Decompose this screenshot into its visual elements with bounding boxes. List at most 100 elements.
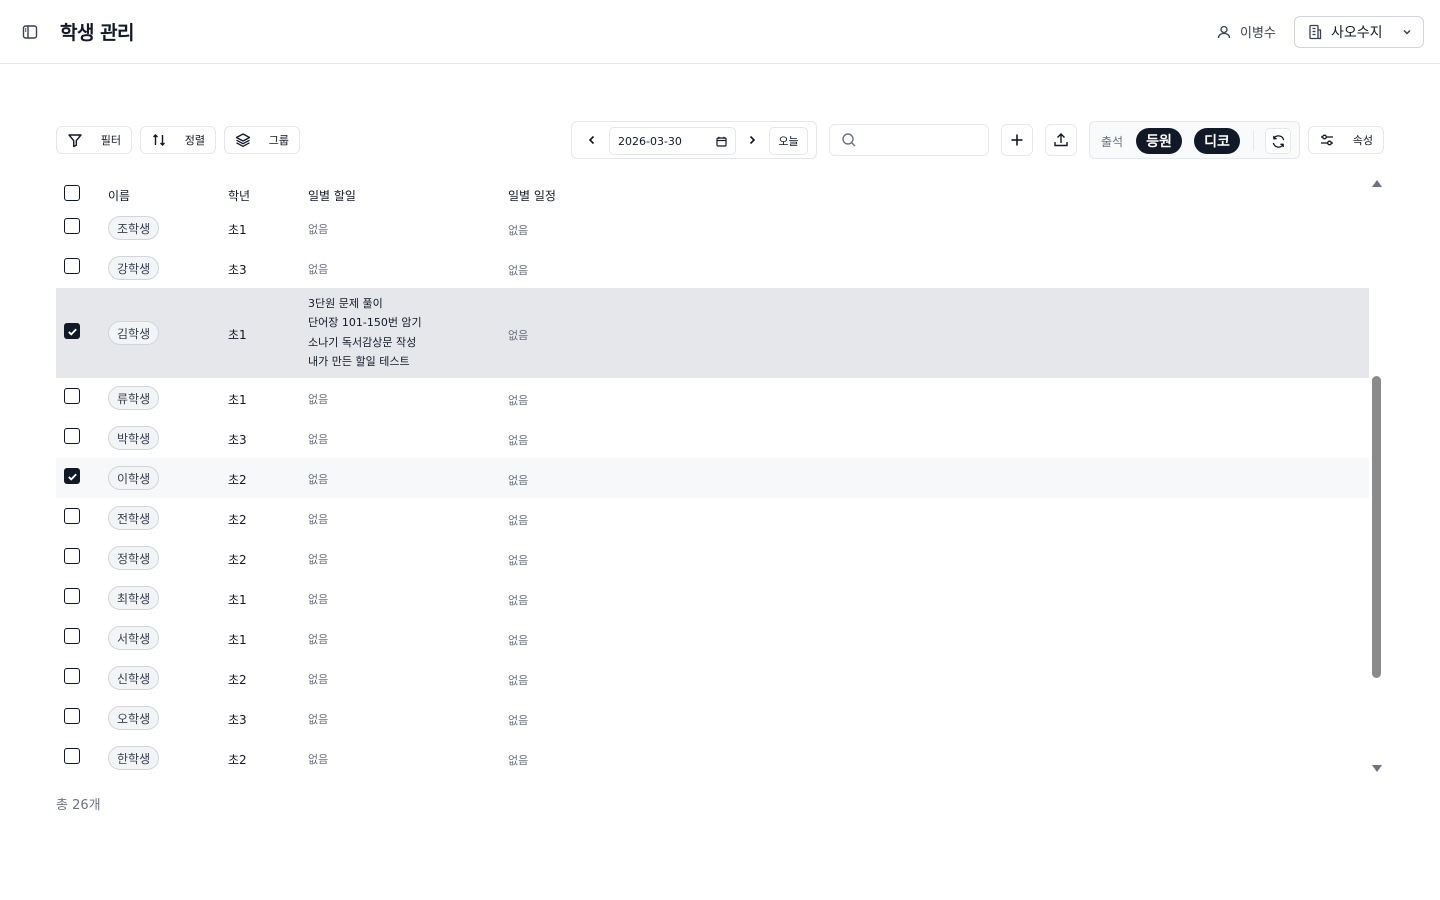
table-row[interactable]: 강학생 초3 없음 없음 <box>56 248 1369 288</box>
table-row[interactable]: 전학생 초2 없음 없음 <box>56 498 1369 538</box>
settings-sliders-icon <box>1321 134 1333 146</box>
table-row[interactable]: 류학생 초1 없음 없음 <box>56 378 1369 418</box>
student-grade: 초1 <box>228 328 247 342</box>
checkin-button[interactable]: 등원 <box>1136 128 1182 154</box>
attendance-group: 출석 등원 디코 <box>1089 121 1300 159</box>
daily-todo-cell: 3단원 문제 풀이 단어장 101-150번 암기 소나기 독서감상문 작성 내가 만… <box>308 294 422 371</box>
daily-todo-cell: 없음 <box>308 391 328 407</box>
column-header-todo: 일별 할일 <box>308 189 356 203</box>
todo-item: 없음 <box>308 263 329 276</box>
student-name-chip[interactable]: 서학생 <box>108 626 160 650</box>
row-checkbox[interactable] <box>64 508 80 524</box>
app-header: 학생 관리 이병수 사오수지 <box>0 0 1440 64</box>
todo-item: 없음 <box>308 673 329 686</box>
table-row[interactable]: 한학생 초2 없음 없음 <box>56 738 1369 776</box>
table-row[interactable]: 오학생 초3 없음 없음 <box>56 698 1369 738</box>
prev-day-icon[interactable] <box>584 132 600 148</box>
next-day-icon[interactable] <box>744 132 760 148</box>
academy-select[interactable]: 사오수지 <box>1294 16 1424 48</box>
table-row[interactable]: 정학생 초2 없음 없음 <box>56 538 1369 578</box>
student-name-chip[interactable]: 김학생 <box>108 321 160 345</box>
checkout-button[interactable]: 디코 <box>1194 128 1240 154</box>
scrollbar-thumb[interactable] <box>1372 376 1381 678</box>
user-menu[interactable]: 이병수 <box>1216 22 1276 41</box>
table-row[interactable]: 서학생 초1 없음 없음 <box>56 618 1369 658</box>
sort-icon <box>153 134 165 146</box>
row-checkbox[interactable] <box>64 668 80 684</box>
student-name-chip[interactable]: 한학생 <box>108 746 160 770</box>
row-checkbox[interactable] <box>64 323 80 339</box>
sidebar-toggle-icon[interactable] <box>20 22 40 42</box>
daily-todo-cell: 없음 <box>308 471 328 487</box>
daily-schedule-cell: 없음 <box>508 264 529 277</box>
daily-schedule-cell: 없음 <box>508 674 529 687</box>
table-row[interactable]: 신학생 초2 없음 없음 <box>56 658 1369 698</box>
student-grade: 초2 <box>228 673 247 687</box>
daily-todo-cell: 없음 <box>308 511 328 527</box>
calendar-icon[interactable] <box>716 136 727 147</box>
search-input[interactable] <box>865 133 985 147</box>
student-name-chip[interactable]: 오학생 <box>108 706 160 730</box>
student-grade: 초1 <box>228 393 247 407</box>
user-name: 이병수 <box>1240 26 1276 41</box>
table-row[interactable]: 이학생 초2 없음 없음 <box>56 458 1369 498</box>
daily-todo-cell: 없음 <box>308 631 328 647</box>
table-row[interactable]: 김학생 초1 3단원 문제 풀이 단어장 101-150번 암기 소나기 독서감상문 작… <box>56 288 1369 378</box>
student-grade: 초2 <box>228 553 247 567</box>
layers-icon <box>235 133 251 147</box>
row-checkbox[interactable] <box>64 468 80 484</box>
column-header-grade: 학년 <box>228 189 251 203</box>
todo-item: 소나기 독서감상문 작성 <box>308 335 417 349</box>
row-checkbox[interactable] <box>64 548 80 564</box>
todo-item: 없음 <box>308 713 329 726</box>
student-grade: 초2 <box>228 753 247 767</box>
table-scrollbar[interactable] <box>1369 176 1384 776</box>
scroll-down-icon[interactable] <box>1372 765 1382 772</box>
export-button[interactable] <box>1045 124 1077 156</box>
checkmark-icon <box>67 328 77 336</box>
row-checkbox[interactable] <box>64 428 80 444</box>
checkmark-icon <box>67 473 77 481</box>
student-name-chip[interactable]: 전학생 <box>108 506 160 530</box>
student-name-chip[interactable]: 정학생 <box>108 546 160 570</box>
table-row[interactable]: 최학생 초1 없음 없음 <box>56 578 1369 618</box>
filter-label: 필터 <box>100 134 121 147</box>
student-name-chip[interactable]: 류학생 <box>108 386 160 410</box>
daily-todo-cell: 없음 <box>308 751 328 767</box>
search-box[interactable] <box>829 124 989 156</box>
refresh-button[interactable] <box>1265 128 1291 154</box>
row-checkbox[interactable] <box>64 708 80 724</box>
student-name-chip[interactable]: 박학생 <box>108 426 160 450</box>
todo-item: 없음 <box>308 393 329 406</box>
row-checkbox[interactable] <box>64 258 80 274</box>
sort-button[interactable]: 정렬 <box>140 126 216 154</box>
total-count: 총 26개 <box>56 798 101 813</box>
row-checkbox[interactable] <box>64 628 80 644</box>
student-name-chip[interactable]: 최학생 <box>108 586 160 610</box>
student-name-chip[interactable]: 조학생 <box>108 216 160 240</box>
daily-todo-cell: 없음 <box>308 591 328 607</box>
student-name-chip[interactable]: 이학생 <box>108 466 160 490</box>
todo-item: 내가 만든 할일 테스트 <box>308 354 410 368</box>
today-button[interactable]: 오늘 <box>769 127 808 155</box>
student-name-chip[interactable]: 강학생 <box>108 256 160 280</box>
properties-label: 속성 <box>1352 134 1373 147</box>
row-checkbox[interactable] <box>64 388 80 404</box>
scroll-up-icon[interactable] <box>1372 180 1382 187</box>
daily-schedule-cell: 없음 <box>508 394 529 407</box>
table-row[interactable]: 조학생 초1 없음 없음 <box>56 208 1369 248</box>
student-name-chip[interactable]: 신학생 <box>108 666 160 690</box>
academy-name: 사오수지 <box>1331 25 1383 41</box>
row-checkbox[interactable] <box>64 588 80 604</box>
todo-item: 없음 <box>308 753 329 766</box>
add-button[interactable] <box>1001 124 1033 156</box>
group-button[interactable]: 그룹 <box>224 126 300 154</box>
filter-button[interactable]: 필터 <box>56 126 132 154</box>
date-input[interactable]: 2026-03-30 <box>609 127 736 155</box>
row-checkbox[interactable] <box>64 748 80 764</box>
row-checkbox[interactable] <box>64 218 80 234</box>
select-all-checkbox[interactable] <box>64 185 80 201</box>
properties-button[interactable]: 속성 <box>1308 126 1384 154</box>
filter-icon <box>68 134 82 148</box>
table-row[interactable]: 박학생 초3 없음 없음 <box>56 418 1369 458</box>
